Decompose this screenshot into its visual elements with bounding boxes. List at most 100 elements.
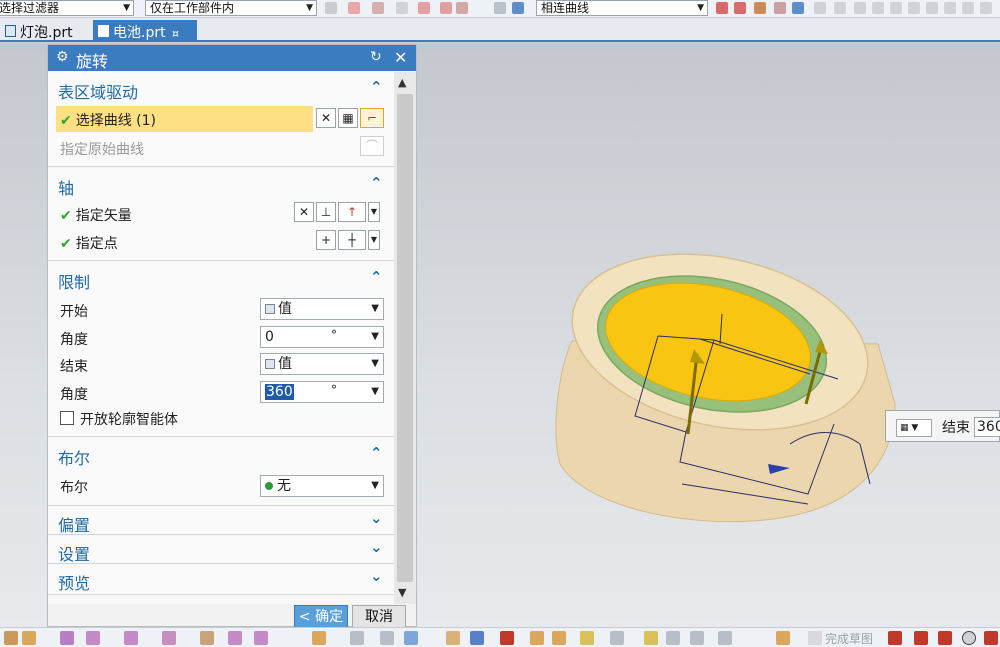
- revolve-icon[interactable]: [60, 631, 74, 645]
- mirror-icon[interactable]: [380, 631, 394, 645]
- close-icon[interactable]: ✕: [394, 48, 407, 67]
- section-header-surface-drive[interactable]: 表区域驱动: [58, 79, 138, 103]
- extrude-icon[interactable]: [22, 631, 36, 645]
- point-dialog-icon[interactable]: +: [316, 230, 336, 250]
- curve-point-icon[interactable]: [890, 2, 902, 14]
- boolean-select[interactable]: 无 ▼: [260, 475, 384, 497]
- view-body-icon[interactable]: [494, 2, 506, 14]
- select-curve-icon[interactable]: [348, 2, 360, 14]
- sketch-tool-icon[interactable]: [776, 631, 790, 645]
- center-icon[interactable]: [944, 2, 956, 14]
- replace-face-icon[interactable]: [552, 631, 566, 645]
- feature-icon[interactable]: [4, 631, 18, 645]
- tab-bulb-prt[interactable]: 灯泡.prt: [0, 20, 90, 42]
- chevron-up-icon[interactable]: ⌃: [370, 444, 383, 462]
- chevron-down-icon[interactable]: ⌄: [370, 538, 383, 556]
- curve-rule-icon[interactable]: ✕: [316, 108, 336, 128]
- vector-dialog-icon[interactable]: ⊥: [316, 202, 336, 222]
- end-type-dropdown[interactable]: ▦ ▼: [896, 419, 932, 437]
- quadrant-icon[interactable]: [962, 2, 974, 14]
- ok-button[interactable]: < 确定 >: [294, 605, 348, 647]
- reverse-direction-icon[interactable]: ✕: [294, 202, 314, 222]
- stop-at-intersection-icon[interactable]: [734, 2, 746, 14]
- end-angle-input[interactable]: 360 ° ▼: [260, 381, 384, 403]
- datum-icon[interactable]: [312, 631, 326, 645]
- combine-icon[interactable]: [404, 631, 418, 645]
- scroll-down-icon[interactable]: ▼: [398, 586, 406, 599]
- arrow-right-icon[interactable]: [792, 2, 804, 14]
- start-angle-input[interactable]: 0 ° ▼: [260, 326, 384, 348]
- sketch-section-icon[interactable]: ▦: [338, 108, 358, 128]
- section-settings[interactable]: 设置 ⌄: [48, 536, 394, 564]
- sketch-icon[interactable]: ⌐: [360, 108, 384, 128]
- endpoint-icon[interactable]: [854, 2, 866, 14]
- region-icon[interactable]: [418, 2, 430, 14]
- point-type-dropdown[interactable]: ▼: [368, 230, 380, 250]
- edge-icon[interactable]: [396, 2, 408, 14]
- section-header-limits[interactable]: 限制: [58, 269, 90, 293]
- slot-icon[interactable]: [228, 631, 242, 645]
- curve-rule-combo[interactable]: 相连曲线 ▼: [536, 0, 708, 16]
- chain-icon[interactable]: [774, 2, 786, 14]
- chamfer-icon[interactable]: [666, 631, 680, 645]
- select-curve-row[interactable]: ✔ 选择曲线 (1) ✕ ▦ ⌐: [48, 106, 394, 132]
- selection-filter-combo[interactable]: 选择过滤器 ▼: [0, 0, 134, 16]
- dialog-scrollbar[interactable]: ▲ ▼: [394, 72, 416, 604]
- follow-fillet-icon[interactable]: [754, 2, 766, 14]
- line-snap-icon[interactable]: [834, 2, 846, 14]
- gear-icon[interactable]: ⚙: [56, 49, 69, 65]
- cube-icon[interactable]: [512, 2, 524, 14]
- point-snap-icon[interactable]: [814, 2, 826, 14]
- scroll-thumb[interactable]: [397, 94, 413, 582]
- section-header-boolean[interactable]: 布尔: [58, 445, 90, 469]
- cancel-button[interactable]: 取消: [352, 605, 406, 629]
- fillet-tool-icon[interactable]: [984, 631, 998, 645]
- offset-face-icon[interactable]: [500, 631, 514, 645]
- move-face-icon[interactable]: [530, 631, 544, 645]
- shell-icon[interactable]: [610, 631, 624, 645]
- point-icon[interactable]: [372, 2, 384, 14]
- open-profile-checkbox[interactable]: [60, 411, 74, 425]
- section-header-axis[interactable]: 轴: [58, 175, 74, 199]
- intersection-icon[interactable]: [926, 2, 938, 14]
- point-type-icon[interactable]: ┼: [338, 230, 366, 250]
- chevron-up-icon[interactable]: ⌃: [370, 268, 383, 286]
- section-preview[interactable]: 预览 ⌄: [48, 565, 394, 595]
- thread-icon[interactable]: [690, 631, 704, 645]
- end-type-select[interactable]: 值 ▼: [260, 353, 384, 375]
- snap-icon[interactable]: [325, 2, 337, 14]
- finish-sketch-label[interactable]: 完成草图: [825, 630, 873, 647]
- more-features-icon[interactable]: [718, 631, 732, 645]
- spline-icon[interactable]: [908, 2, 920, 14]
- vector-type-icon[interactable]: ↑: [338, 202, 366, 222]
- arc-icon[interactable]: [872, 2, 884, 14]
- scroll-up-icon[interactable]: ▲: [398, 76, 406, 89]
- groove-icon[interactable]: [254, 631, 268, 645]
- tab-battery-prt[interactable]: 电池.prt ¤ ✕: [93, 20, 197, 57]
- floating-end-value[interactable]: 360: [974, 417, 1000, 437]
- draft-icon[interactable]: [580, 631, 594, 645]
- pattern-icon[interactable]: [350, 631, 364, 645]
- boss-icon[interactable]: [124, 631, 138, 645]
- select-face-icon[interactable]: [456, 2, 468, 14]
- select-body-icon[interactable]: [440, 2, 452, 14]
- chevron-down-icon[interactable]: ⌄: [370, 567, 383, 585]
- line-tool-icon[interactable]: [914, 631, 928, 645]
- chevron-up-icon[interactable]: ⌃: [370, 78, 383, 96]
- split-body-icon[interactable]: [470, 631, 484, 645]
- chevron-down-icon[interactable]: ⌄: [370, 509, 383, 527]
- pocket-icon[interactable]: [162, 631, 176, 645]
- arc-tool-icon[interactable]: [938, 631, 952, 645]
- scope-combo[interactable]: 仅在工作部件内 ▼: [145, 0, 317, 16]
- section-offset[interactable]: 偏置 ⌄: [48, 507, 394, 535]
- tangent-icon[interactable]: [716, 2, 728, 14]
- pad-icon[interactable]: [200, 631, 214, 645]
- finish-sketch-icon[interactable]: [808, 631, 822, 645]
- circle-tool-icon[interactable]: [962, 631, 976, 645]
- reset-icon[interactable]: ↻: [370, 49, 382, 65]
- start-type-select[interactable]: 值 ▼: [260, 298, 384, 320]
- profile-icon[interactable]: [888, 631, 902, 645]
- original-curve-icon[interactable]: ⌒: [360, 136, 384, 156]
- chevron-up-icon[interactable]: ⌃: [370, 174, 383, 192]
- hole-icon[interactable]: [86, 631, 100, 645]
